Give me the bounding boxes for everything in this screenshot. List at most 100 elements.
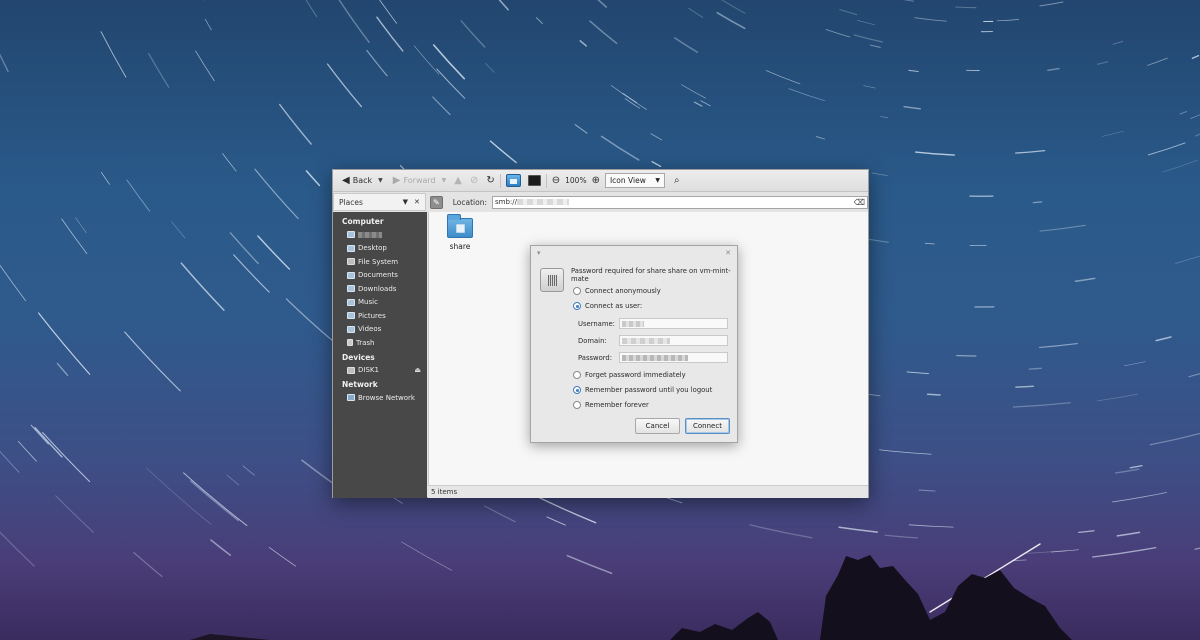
masked-password [622,354,688,361]
reload-icon[interactable]: ↻ [486,175,494,186]
star-trail [536,17,543,25]
back-button[interactable]: ◀ Back [339,172,375,190]
radio-circle [573,401,581,409]
stop-icon[interactable]: ⊘ [470,175,478,186]
trash-icon [347,339,353,347]
clear-icon[interactable]: ⌫ [854,198,865,207]
star-trail [366,49,388,77]
star-trail [30,424,49,445]
sidebar-item-documents[interactable]: Documents [333,269,427,283]
password-field[interactable] [619,352,728,363]
star-trail [721,0,746,14]
radio-remember-forever[interactable]: Remember forever [573,401,649,409]
star-trail [338,0,370,43]
zoom-in-icon[interactable]: ⊕ [592,175,600,186]
search-icon[interactable]: ⌕ [674,175,680,186]
radio-circle [573,386,581,394]
connect-button[interactable]: Connect [685,418,730,434]
star-trail [1112,492,1167,503]
folder-label: share [449,242,471,251]
star-trail [38,312,91,375]
rock-silhouette [820,555,1072,640]
star-trail [1123,361,1146,367]
back-history-dropdown[interactable]: ▼ [378,177,383,184]
eject-icon[interactable]: ⏏ [414,366,421,374]
star-trail [1039,1,1064,7]
radio-connect-anonymously[interactable]: Connect anonymously [573,287,661,295]
star-trail [1147,57,1168,66]
star-trail [226,474,240,486]
dialog-message: Password required for share share on vm-… [571,267,731,283]
sidebar-item-desktop[interactable]: Desktop [333,242,427,256]
forward-history-dropdown[interactable]: ▼ [442,177,447,184]
location-toggle-button[interactable]: ✎ [429,195,443,209]
redacted-domain [622,337,670,344]
sidebar-item-downloads[interactable]: Downloads [333,282,427,296]
star-trail [651,161,662,168]
star-trail [579,40,587,47]
sidebar-type-dropdown[interactable]: ▼ [403,198,408,206]
radio-circle [573,302,581,310]
star-trail [145,467,212,525]
close-icon[interactable]: ✕ [725,249,731,257]
star-trail [825,29,851,38]
domain-label: Domain: [578,336,607,345]
star-trail [413,45,440,75]
terminal-icon[interactable] [527,175,541,186]
password-label: Password: [578,353,613,362]
close-icon[interactable]: ✕ [414,198,420,206]
sidebar-item-home[interactable] [333,228,427,242]
home-icon[interactable] [505,174,521,187]
sidebar-item-videos[interactable]: Videos [333,323,427,337]
arrow-up-icon[interactable]: ▲ [454,175,462,186]
star-trail [189,480,239,522]
star-trail [650,133,663,141]
star-trail [871,172,888,176]
sidebar-item-browse-network[interactable]: Browse Network [333,391,427,405]
view-mode-select[interactable]: Icon View ▼ [604,173,665,188]
radio-remember-until-logout[interactable]: Remember password until you logout [573,386,712,394]
domain-field[interactable] [619,335,728,346]
radio-label: Remember forever [585,401,649,409]
star-trail [1096,61,1109,65]
star-trail [1191,54,1200,59]
window-menu-icon[interactable]: ▾ [537,249,541,257]
location-value: smb:// [495,198,854,206]
sidebar-item-trash[interactable]: Trash [333,336,427,350]
star-trail [100,171,110,185]
star-trail [210,539,232,556]
sidebar-item-file-system[interactable]: File System [333,255,427,269]
username-field[interactable] [619,318,728,329]
star-trail [600,135,640,161]
star-trail [1194,133,1200,137]
star-trail [268,546,296,567]
star-trail [838,526,879,533]
sidebar-item-music[interactable]: Music [333,296,427,310]
star-trail [401,541,453,571]
star-trail [1015,149,1046,154]
star-trail [700,100,711,107]
location-bar: Places ▼ ✕ ✎ Location: smb:// ⌫ [333,193,868,211]
cancel-button[interactable]: Cancel [635,418,680,434]
downloads-folder-icon [347,285,355,293]
radio-forget-immediately[interactable]: Forget password immediately [573,371,686,379]
forward-button[interactable]: ▶ Forward [390,172,439,190]
location-input[interactable]: smb:// ⌫ [492,195,868,209]
star-trail [1047,67,1060,72]
star-trail [204,18,212,31]
star-trail [863,85,876,89]
sidebar-item-pictures[interactable]: Pictures [333,309,427,323]
star-trail [924,242,935,245]
rock-silhouette-left [190,634,270,640]
places-header: Places ▼ ✕ [333,193,426,211]
sidebar-item-disk1[interactable]: DISK1 ⏏ [333,364,427,378]
zoom-out-icon[interactable]: ⊖ [552,175,560,186]
star-trail [853,34,883,43]
sidebar-item-label: Trash [356,338,375,347]
star-trail [379,0,398,24]
star-trail [908,69,919,73]
radio-connect-as-user[interactable]: Connect as user: [573,302,642,310]
star-trail [869,44,881,48]
folder-item-share[interactable]: share [445,214,475,251]
share-emblem-icon [456,224,465,233]
